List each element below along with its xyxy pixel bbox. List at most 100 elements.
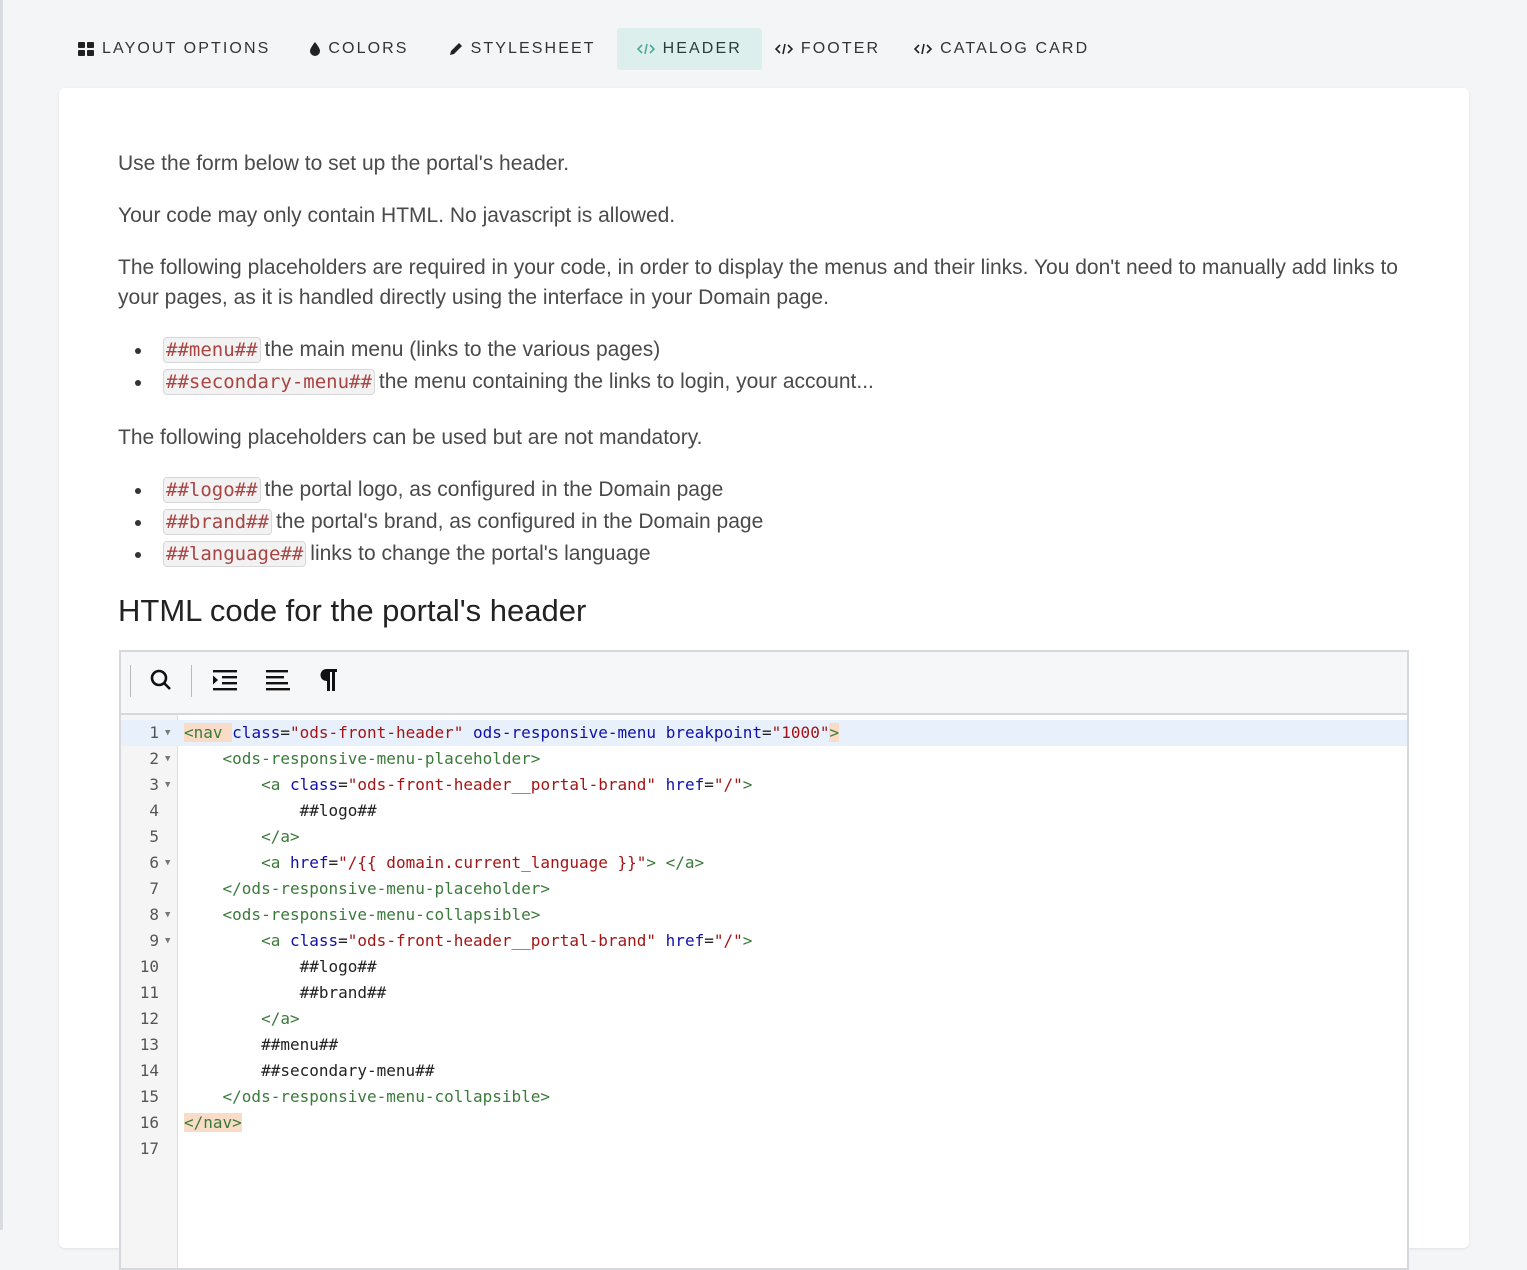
required-placeholders-notice: The following placeholders are required … [118, 256, 1398, 309]
line-number: 3 [149, 775, 159, 794]
tab-colors[interactable]: COLORS [297, 28, 421, 70]
code-text: <a class="ods-front-header__portal-brand… [261, 931, 753, 950]
fold-arrow-icon[interactable]: ▼ [165, 720, 170, 746]
tab-label: HEADER [662, 40, 742, 57]
line-number: 13 [139, 1035, 159, 1054]
placeholder-description: links to change the portal's language [310, 542, 651, 565]
code-text: </nav> [184, 1113, 242, 1132]
fold-arrow-icon[interactable]: ▼ [165, 746, 170, 772]
code-line[interactable]: 17 [121, 1136, 1407, 1162]
code-text: ##logo## [184, 957, 377, 976]
fold-arrow-icon[interactable]: ▼ [165, 850, 170, 876]
line-number: 10 [139, 957, 159, 976]
javascript-notice: Your code may only contain HTML. No java… [118, 204, 676, 227]
code-line[interactable]: 12 </a> [121, 1006, 1407, 1032]
indent-button[interactable] [209, 666, 241, 698]
code-icon [914, 42, 933, 56]
line-number: 2 [149, 749, 159, 768]
tab-footer[interactable]: FOOTER [762, 28, 893, 70]
code-text: <ods-responsive-menu-placeholder> [222, 749, 541, 768]
toolbar-divider [130, 665, 131, 697]
fold-arrow-icon[interactable]: ▼ [165, 902, 170, 928]
code-line[interactable]: 7 </ods-responsive-menu-placeholder> [121, 876, 1407, 902]
line-number: 5 [149, 827, 159, 846]
line-number: 12 [139, 1009, 159, 1028]
editor-toolbar [121, 652, 1407, 715]
placeholder-description: the menu containing the links to login, … [378, 370, 874, 393]
fold-arrow-icon[interactable]: ▼ [165, 772, 170, 798]
line-number: 4 [149, 801, 159, 820]
code-line[interactable]: 15 </ods-responsive-menu-collapsible> [121, 1084, 1407, 1110]
list-item: ##brand## the portal's brand, as configur… [118, 506, 763, 538]
list-item: ##language## links to change the portal's… [118, 538, 763, 570]
line-number: 8 [149, 905, 159, 924]
code-text: ##secondary-menu## [184, 1061, 435, 1080]
code-text: </ods-responsive-menu-collapsible> [222, 1087, 551, 1106]
header-settings-card: Use the form below to set up the portal'… [59, 88, 1469, 1270]
window-edge [0, 0, 3, 1230]
code-text: <ods-responsive-menu-collapsible> [222, 905, 541, 924]
code-text: <a class="ods-front-header__portal-brand… [261, 775, 753, 794]
fold-arrow-icon[interactable]: ▼ [165, 928, 170, 954]
code-line[interactable]: 5 </a> [121, 824, 1407, 850]
placeholder-code: ##menu## [163, 337, 261, 363]
tab-label: LAYOUT OPTIONS [102, 40, 271, 57]
optional-placeholders-notice: The following placeholders can be used b… [118, 426, 703, 449]
intro-paragraph: Use the form below to set up the portal'… [118, 152, 570, 175]
html-code-editor[interactable]: 1 ▼ <nav class="ods-front-header" ods-resp… [119, 650, 1409, 1270]
list-item: ##menu## the main menu (links to the vari… [118, 334, 874, 366]
paragraph-icon [319, 668, 337, 696]
code-line[interactable]: 11 ##brand## [121, 980, 1407, 1006]
placeholder-code: ##language## [163, 541, 307, 567]
tab-label: CATALOG CARD [940, 40, 1090, 57]
pencil-icon [449, 42, 463, 56]
code-line[interactable]: 1 ▼ <nav class="ods-front-header" ods-resp… [121, 720, 1407, 746]
line-number: 7 [149, 879, 159, 898]
code-line[interactable]: 14 ##secondary-menu## [121, 1058, 1407, 1084]
tab-header[interactable]: HEADER [616, 28, 762, 70]
line-number: 11 [139, 983, 159, 1002]
search-button[interactable] [145, 666, 177, 698]
settings-tabs: LAYOUT OPTIONS COLORS STYLESHEET HEADER … [66, 28, 1102, 70]
format-icon [266, 669, 290, 696]
code-text: </a> [261, 827, 300, 846]
code-line[interactable]: 9 ▼ <a class="ods-front-header__portal-br… [121, 928, 1407, 954]
required-placeholders-list: ##menu## the main menu (links to the vari… [118, 334, 874, 398]
placeholder-description: the portal's brand, as configured in the… [275, 510, 764, 533]
code-line[interactable]: 3 ▼ <a class="ods-front-header__portal-br… [121, 772, 1407, 798]
code-text: <nav class="ods-front-header" ods-respon… [184, 723, 840, 742]
code-text: <a href="/{{ domain.current_language }}"… [261, 853, 705, 872]
tab-layout-options[interactable]: LAYOUT OPTIONS [66, 28, 283, 70]
code-text: </a> [261, 1009, 300, 1028]
code-line[interactable]: 4 ##logo## [121, 798, 1407, 824]
code-line[interactable]: 16 </nav> [121, 1110, 1407, 1136]
line-number: 16 [139, 1113, 159, 1132]
code-icon [636, 42, 655, 56]
list-item: ##secondary-menu## the menu containing th… [118, 366, 874, 398]
placeholder-code: ##logo## [163, 477, 261, 503]
code-line[interactable]: 10 ##logo## [121, 954, 1407, 980]
toolbar-divider [191, 665, 192, 697]
tab-stylesheet[interactable]: STYLESHEET [436, 28, 609, 70]
code-lines[interactable]: 1 ▼ <nav class="ods-front-header" ods-resp… [121, 720, 1407, 1162]
code-line[interactable]: 6 ▼ <a href="/{{ domain.current_language … [121, 850, 1407, 876]
code-line[interactable]: 8 ▼ <ods-responsive-menu-collapsible> [121, 902, 1407, 928]
code-line[interactable]: 13 ##menu## [121, 1032, 1407, 1058]
code-icon [774, 42, 793, 56]
code-text: ##brand## [184, 983, 387, 1002]
format-button[interactable] [262, 666, 294, 698]
optional-placeholders-list: ##logo## the portal logo, as configured i… [118, 474, 763, 570]
placeholder-code: ##secondary-menu## [163, 369, 375, 395]
code-text: </ods-responsive-menu-placeholder> [222, 879, 551, 898]
placeholder-code: ##brand## [163, 509, 272, 535]
code-line[interactable]: 2 ▼ <ods-responsive-menu-placeholder> [121, 746, 1407, 772]
search-icon [150, 669, 172, 696]
tab-label: COLORS [328, 40, 409, 57]
tab-catalog-card[interactable]: CATALOG CARD [901, 28, 1102, 70]
placeholder-description: the main menu (links to the various page… [264, 338, 661, 361]
show-invisibles-button[interactable] [312, 666, 344, 698]
line-number: 17 [139, 1139, 159, 1158]
code-text: ##menu## [184, 1035, 339, 1054]
grid-icon [78, 42, 94, 56]
line-number: 15 [139, 1087, 159, 1106]
